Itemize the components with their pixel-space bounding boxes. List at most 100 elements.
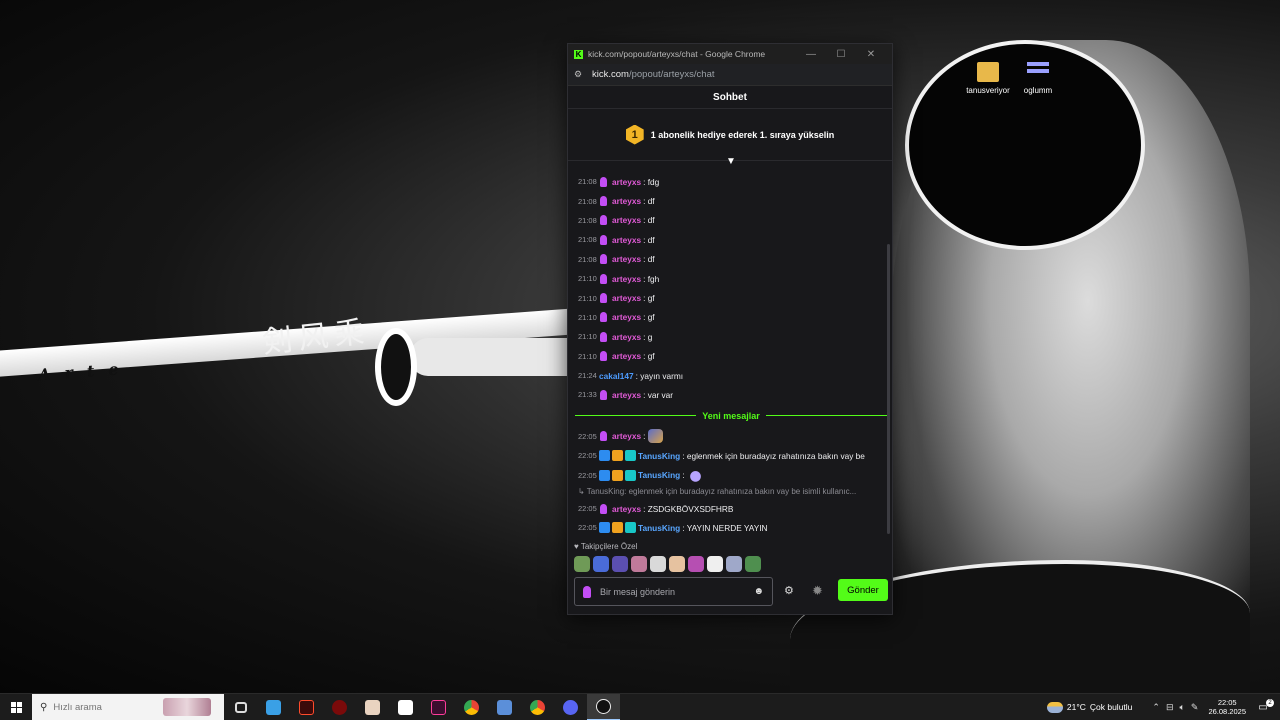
chat-message[interactable]: 21:08 arteyxs: df xyxy=(578,191,884,210)
message-username[interactable]: arteyxs xyxy=(612,312,641,322)
message-username[interactable]: arteyxs xyxy=(612,235,641,245)
close-button[interactable]: ✕ xyxy=(856,49,886,60)
emote-icon[interactable] xyxy=(612,556,628,572)
notification-count: 2 xyxy=(1266,698,1274,707)
taskbar-app[interactable] xyxy=(521,694,554,720)
window-titlebar[interactable]: K kick.com/popout/arteyxs/chat - Google … xyxy=(568,44,892,64)
message-username[interactable]: arteyxs xyxy=(612,177,641,187)
message-username[interactable]: arteyxs xyxy=(612,293,641,303)
emote-icon xyxy=(648,429,664,444)
message-username[interactable]: cakal147 xyxy=(599,371,634,381)
chat-message[interactable]: 21:10 arteyxs: g xyxy=(578,327,884,346)
taskbar-app[interactable] xyxy=(356,694,389,720)
chat-message[interactable]: 21:08 arteyxs: df xyxy=(578,211,884,230)
taskbar-app[interactable] xyxy=(389,694,422,720)
chat-message[interactable]: 21:10 arteyxs: gf xyxy=(578,308,884,327)
chat-message[interactable]: 21:24 cakal147: yayın varmı xyxy=(578,366,884,385)
chat-message[interactable]: 21:10 arteyxs: fgh xyxy=(578,269,884,288)
taskbar-search[interactable]: ⚲ xyxy=(32,693,224,720)
message-timestamp: 21:08 xyxy=(578,196,597,206)
taskbar-app[interactable] xyxy=(257,694,290,720)
message-username[interactable]: TanusKing xyxy=(638,523,680,533)
message-username[interactable]: TanusKing xyxy=(638,470,680,480)
chat-message[interactable]: 22:05 TanusKing: xyxy=(578,465,884,484)
message-text: : xyxy=(682,470,685,481)
message-username[interactable]: arteyxs xyxy=(612,274,641,284)
system-tray: 21°C Çok bulutlu ⌃ ⊟ 🔈︎ ✎ 22:05 26.08.20… xyxy=(1046,698,1280,716)
chat-message[interactable]: 21:10 arteyxs: gf xyxy=(578,288,884,307)
weather-widget[interactable]: 21°C Çok bulutlu xyxy=(1046,701,1132,713)
task-view-button[interactable] xyxy=(224,694,257,720)
message-username[interactable]: arteyxs xyxy=(612,390,641,400)
taskbar-app[interactable] xyxy=(488,694,521,720)
desktop-icon-oglumm[interactable]: oglumm xyxy=(1008,62,1068,95)
chat-message[interactable]: 21:08 arteyxs: df xyxy=(578,250,884,269)
windows-logo-icon xyxy=(10,701,22,713)
emote-icon[interactable] xyxy=(707,556,723,572)
taskbar-app[interactable] xyxy=(290,694,323,720)
reply-preview[interactable]: ↳ TanusKing: eglenmek için buradayız rah… xyxy=(578,485,884,499)
clock-date: 26.08.2025 xyxy=(1208,707,1246,716)
network-icon[interactable]: ⊟ xyxy=(1166,702,1174,713)
chat-message[interactable]: 21:08 arteyxs: fdg xyxy=(578,172,884,191)
message-username[interactable]: arteyxs xyxy=(612,351,641,361)
url-host: kick.com xyxy=(592,69,629,80)
emoji-picker-icon[interactable]: ☻ xyxy=(753,586,764,597)
message-username[interactable]: arteyxs xyxy=(612,332,641,342)
emote-icon[interactable] xyxy=(631,556,647,572)
emote-icon[interactable] xyxy=(745,556,761,572)
chat-message[interactable]: 21:08 arteyxs: df xyxy=(578,230,884,249)
address-bar[interactable]: ⚙ kick.com/popout/arteyxs/chat xyxy=(568,64,892,86)
chat-settings-gear-icon[interactable]: ⚙ xyxy=(784,584,794,597)
taskbar-app-active[interactable] xyxy=(587,693,620,720)
notification-center-button[interactable]: ▭ 2 xyxy=(1252,698,1274,713)
message-username[interactable]: TanusKing xyxy=(638,451,680,461)
volume-icon[interactable]: 🔈︎ xyxy=(1180,702,1185,713)
taskbar-search-input[interactable] xyxy=(53,701,164,713)
mic-badge-icon xyxy=(600,254,607,265)
send-button[interactable]: Gönder xyxy=(838,579,888,601)
emote-icon[interactable] xyxy=(669,556,685,572)
task-view-icon xyxy=(234,701,247,713)
chat-scrollbar[interactable] xyxy=(887,244,890,534)
chat-message-input[interactable] xyxy=(600,586,754,597)
wallpaper-calligraphy: 剣风乘 xyxy=(260,314,372,361)
chat-message-list[interactable]: 21:08 arteyxs: fdg 21:08 arteyxs: df 21:08 ar… xyxy=(568,164,892,539)
message-username[interactable]: arteyxs xyxy=(612,254,641,264)
message-username[interactable]: arteyxs xyxy=(612,196,641,206)
message-username[interactable]: arteyxs xyxy=(612,504,641,514)
emote-icon[interactable] xyxy=(650,556,666,572)
taskbar-app[interactable] xyxy=(323,694,356,720)
taskbar-app[interactable] xyxy=(455,694,488,720)
mic-badge-icon xyxy=(600,331,607,342)
chat-message[interactable]: 22:05 arteyxs: xyxy=(578,427,884,446)
message-username[interactable]: arteyxs xyxy=(612,431,641,441)
chat-message[interactable]: 22:05 TanusKing: eglenmek için buradayız … xyxy=(578,446,884,465)
user-badge-icon xyxy=(625,469,636,481)
emote-icon[interactable] xyxy=(688,556,704,572)
emote-icon[interactable] xyxy=(726,556,742,572)
gift-sub-promo[interactable]: 1 1 abonelik hediye ederek 1. sıraya yük… xyxy=(568,109,892,161)
message-text: : df xyxy=(643,215,655,226)
app-icon xyxy=(596,698,611,714)
chat-message[interactable]: 22:05 TanusKing: YAYIN NERDE YAYIN xyxy=(578,518,884,537)
chat-message[interactable]: 22:05 arteyxs: ZSDGKBÖVXSDFHRB xyxy=(578,499,884,518)
emote-icon[interactable] xyxy=(574,556,590,572)
kicks-gift-icon[interactable]: ✹ xyxy=(812,583,823,599)
document-icon xyxy=(1027,62,1049,82)
chat-message[interactable]: 21:33 arteyxs: var var xyxy=(578,385,884,404)
taskbar-app[interactable] xyxy=(554,694,587,720)
minimize-button[interactable]: — xyxy=(796,49,826,60)
chat-message[interactable]: 21:10 arteyxs: gf xyxy=(578,347,884,366)
taskbar-app[interactable] xyxy=(422,694,455,720)
maximize-button[interactable]: ☐ xyxy=(826,49,856,60)
site-settings-icon[interactable]: ⚙ xyxy=(574,69,592,80)
message-username[interactable]: arteyxs xyxy=(612,215,641,225)
discord-icon xyxy=(563,699,578,715)
start-button[interactable] xyxy=(0,701,32,713)
emote-icon[interactable] xyxy=(593,556,609,572)
chevron-up-icon[interactable]: ⌃ xyxy=(1152,702,1160,713)
taskbar-clock[interactable]: 22:05 26.08.2025 xyxy=(1208,698,1246,716)
message-text: : eglenmek için buradayız rahatınıza bak… xyxy=(682,450,865,461)
pen-icon[interactable]: ✎ xyxy=(1191,702,1199,713)
